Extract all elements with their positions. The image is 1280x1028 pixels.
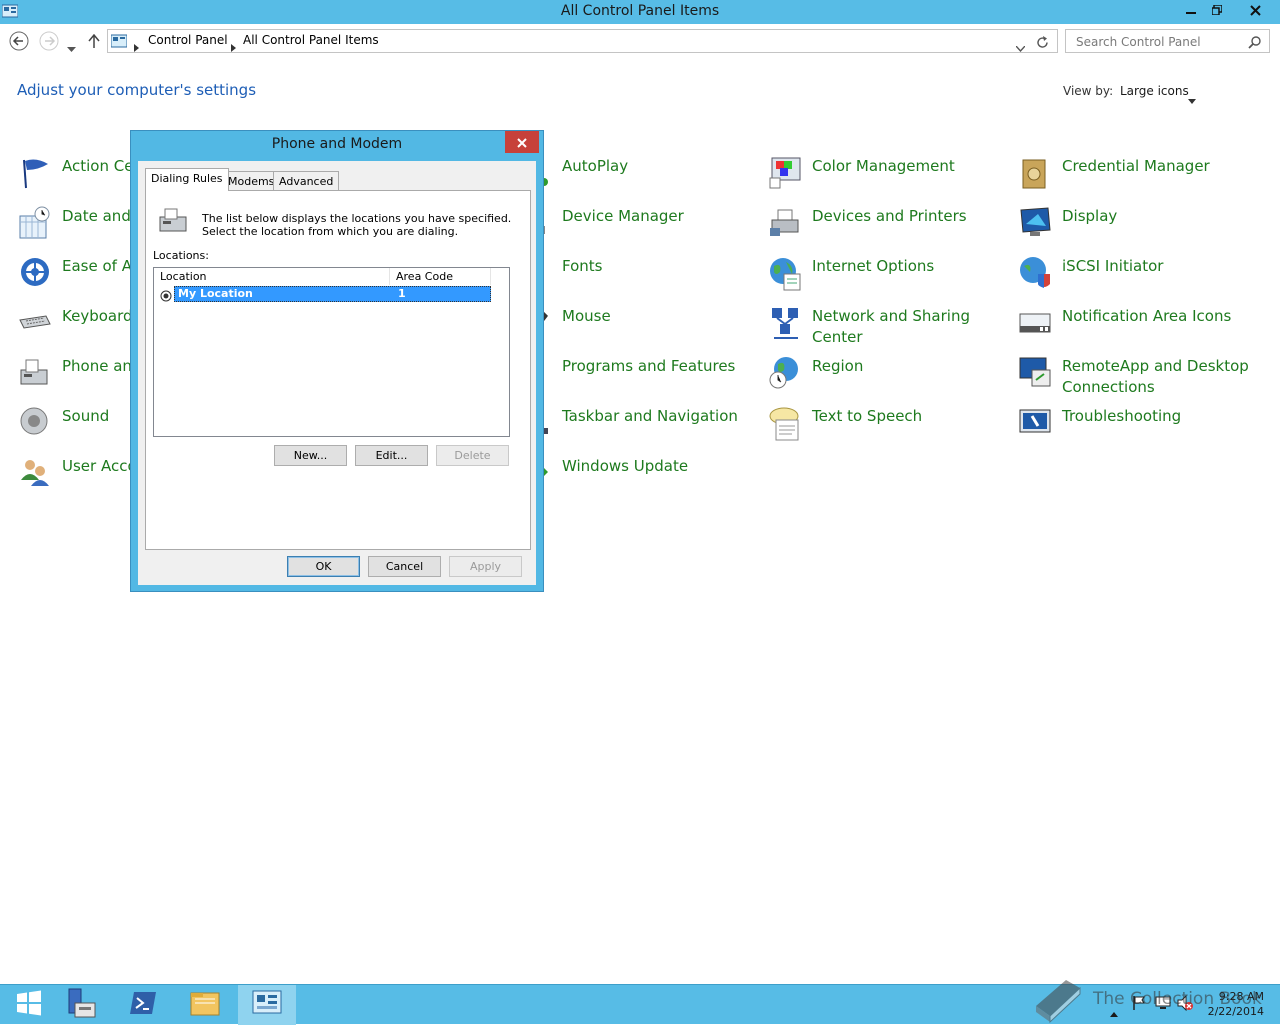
forward-arrow-icon[interactable] (39, 31, 59, 55)
ok-button[interactable]: OK (287, 556, 360, 577)
column-header-location[interactable]: Location (154, 268, 390, 285)
cancel-button[interactable]: Cancel (368, 556, 441, 577)
color-management-icon (768, 156, 804, 192)
ease-of-access-icon (18, 256, 54, 292)
book-logo-icon (1030, 976, 1084, 1028)
watermark: The Collection Book (1030, 976, 1270, 1024)
new-location-button[interactable]: New... (274, 445, 347, 466)
restore-button[interactable] (1204, 0, 1230, 20)
close-icon (517, 133, 527, 152)
breadcrumb-control-panel[interactable]: Control Panel (148, 33, 228, 47)
keyboard-icon (18, 306, 54, 342)
control-panel-icon (251, 989, 283, 1021)
users-icon (18, 456, 54, 492)
apply-button[interactable]: Apply (449, 556, 522, 577)
speaker-icon (18, 406, 54, 442)
search-input[interactable] (1074, 32, 1248, 52)
tab-dialing-rules[interactable]: Dialing Rules (145, 168, 229, 191)
powershell-icon (128, 990, 158, 1020)
flag-icon (18, 156, 54, 192)
window-titlebar: All Control Panel Items (0, 0, 1280, 24)
server-manager-icon (65, 987, 97, 1023)
region-globe-icon (768, 356, 804, 392)
phone-and-modem-dialog: Phone and Modem Dialing Rules Modems Adv… (130, 130, 544, 592)
printer-icon (768, 206, 804, 242)
recent-locations-chevron-icon[interactable] (67, 38, 76, 57)
up-arrow-icon[interactable] (88, 33, 100, 52)
fax-phone-icon (18, 356, 54, 392)
breadcrumb-separator-icon[interactable] (134, 37, 139, 56)
dialing-rules-description: The list below displays the locations yo… (202, 212, 512, 238)
globe-options-icon (768, 256, 804, 292)
phone-icon (158, 207, 190, 239)
edit-location-button[interactable]: Edit... (355, 445, 428, 466)
location-name: My Location (178, 287, 253, 300)
search-box[interactable] (1065, 29, 1270, 53)
start-button[interactable] (0, 985, 58, 1025)
dialing-rules-panel: The list below displays the locations yo… (145, 190, 531, 550)
selected-location-radio-icon[interactable] (160, 287, 172, 306)
close-button[interactable] (1232, 0, 1278, 20)
locations-list[interactable]: Location Area Code My Location 1 (153, 267, 510, 437)
control-panel-small-icon (110, 33, 128, 52)
address-bar[interactable]: Control Panel All Control Panel Items (107, 29, 1058, 53)
vault-icon (1018, 156, 1054, 192)
view-by-chevron-icon[interactable] (1188, 89, 1196, 108)
search-icon[interactable] (1248, 34, 1261, 53)
watermark-text: The Collection Book (1093, 989, 1262, 1009)
iscsi-globe-icon (1018, 256, 1054, 292)
column-header-area-code[interactable]: Area Code (390, 268, 491, 285)
dialog-close-button[interactable] (505, 131, 539, 153)
refresh-icon[interactable] (1036, 34, 1049, 53)
page-title: Adjust your computer's settings (17, 81, 257, 99)
location-area-code: 1 (398, 287, 406, 300)
minimize-button[interactable] (1178, 0, 1204, 20)
dialog-body: Dialing Rules Modems Advanced The list b… (138, 161, 536, 585)
location-row[interactable]: My Location 1 (174, 286, 491, 302)
address-dropdown-chevron-icon[interactable] (1015, 37, 1026, 56)
back-arrow-icon[interactable] (9, 31, 29, 55)
breadcrumb-separator-icon[interactable] (231, 37, 236, 56)
windows-logo-icon (16, 990, 42, 1020)
taskbar-server-manager[interactable] (52, 985, 110, 1025)
taskbar-file-explorer[interactable] (176, 985, 234, 1025)
network-icon (768, 306, 804, 342)
view-by-dropdown[interactable]: Large icons (1120, 84, 1189, 98)
taskbar-powershell[interactable] (114, 985, 172, 1025)
remote-desktop-icon (1018, 356, 1054, 392)
view-by-label: View by: (1063, 84, 1114, 98)
locations-label: Locations: (153, 249, 209, 262)
notification-area-icon (1018, 306, 1054, 342)
tab-modems[interactable]: Modems (222, 171, 281, 190)
folder-icon (189, 989, 221, 1021)
speech-bubble-icon (768, 406, 804, 442)
monitor-icon (1018, 206, 1054, 242)
dialog-title: Phone and Modem (271, 136, 403, 152)
window-title: All Control Panel Items (560, 3, 720, 19)
breadcrumb-all-items[interactable]: All Control Panel Items (243, 33, 379, 47)
delete-location-button[interactable]: Delete (436, 445, 509, 466)
troubleshooting-icon (1018, 406, 1054, 442)
tab-advanced[interactable]: Advanced (273, 171, 340, 190)
calendar-clock-icon (18, 206, 54, 242)
taskbar-control-panel[interactable] (238, 985, 296, 1025)
